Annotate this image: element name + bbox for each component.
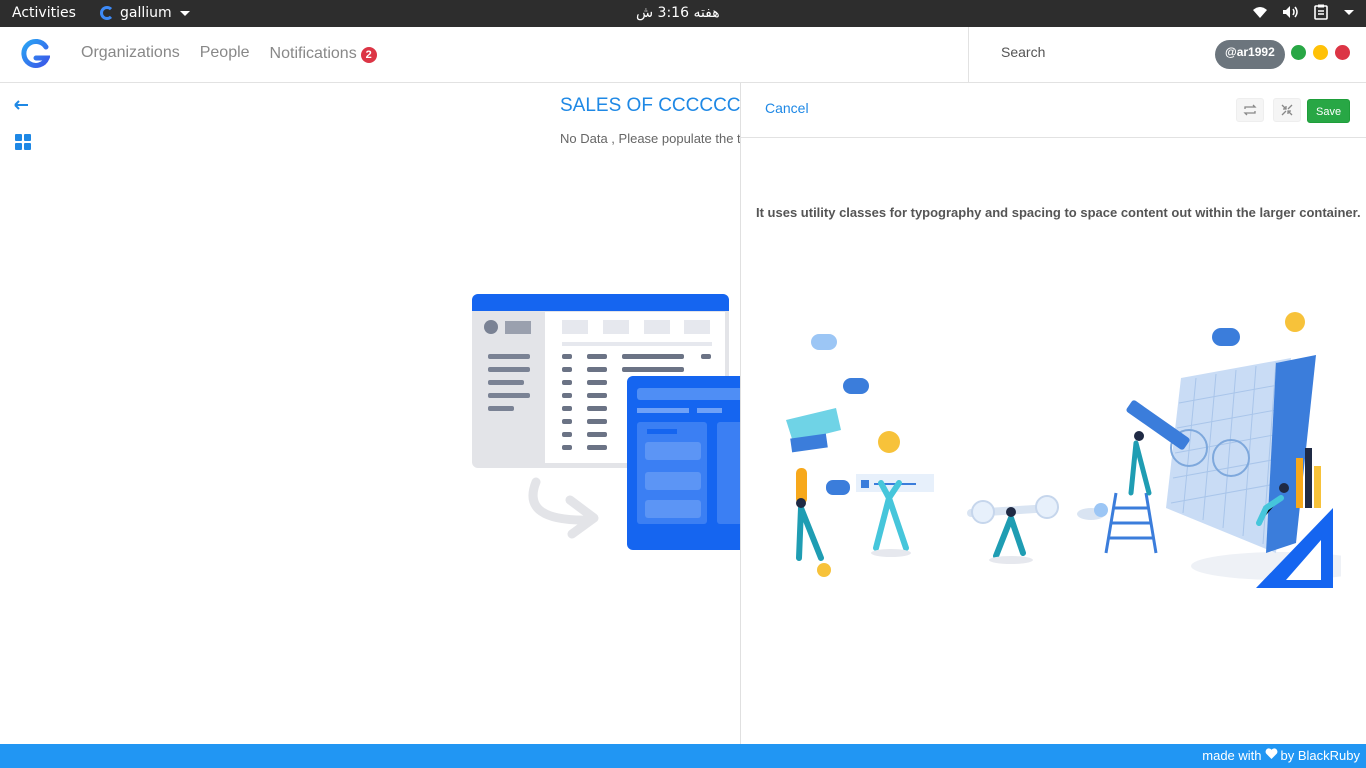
app-navbar: Organizations People Notifications 2 @ar…	[0, 27, 1366, 83]
shrink-icon[interactable]	[1273, 98, 1301, 122]
empty-table-illustration	[470, 292, 750, 558]
team-building-illustration	[771, 308, 1366, 592]
gallium-app-icon	[100, 6, 114, 20]
user-badge[interactable]: @ar1992	[1215, 40, 1285, 69]
notifications-badge: 2	[360, 47, 377, 63]
system-top-bar: Activities gallium هفته 3:16 ش	[0, 0, 1366, 27]
save-button[interactable]: Save	[1307, 99, 1351, 123]
volume-icon[interactable]	[1282, 5, 1300, 19]
system-tray[interactable]	[1252, 4, 1354, 20]
status-dot-green[interactable]	[1291, 45, 1306, 60]
edit-panel: Cancel Save It uses utility classes for …	[740, 83, 1366, 744]
footer-prefix: made with	[1202, 748, 1262, 763]
search-input[interactable]	[1001, 44, 1201, 60]
nav-notifications[interactable]: Notifications 2	[270, 44, 377, 63]
footer-suffix[interactable]: by BlackRuby	[1281, 748, 1360, 763]
heart-icon	[1265, 748, 1278, 763]
app-menu[interactable]: gallium	[100, 5, 190, 21]
system-menu-caret-icon[interactable]	[1344, 9, 1354, 15]
clock[interactable]: هفته 3:16 ش	[636, 5, 720, 21]
nav-organizations[interactable]: Organizations	[81, 44, 180, 63]
empty-state-message: No Data , Please populate the ta	[560, 131, 748, 146]
footer-bar: made with by BlackRuby	[0, 744, 1366, 768]
main-nav: Organizations People Notifications 2	[81, 44, 377, 63]
page-title: SALES OF CCCCCC	[560, 95, 741, 116]
footer-credit: made with by BlackRuby	[1202, 748, 1360, 763]
clipboard-icon[interactable]	[1314, 4, 1328, 20]
panel-lead-text: It uses utility classes for typography a…	[756, 205, 1361, 220]
status-dot-red[interactable]	[1335, 45, 1350, 60]
gallium-logo[interactable]	[20, 38, 51, 74]
panel-header: Cancel Save	[741, 83, 1366, 138]
activities-button[interactable]: Activities	[12, 5, 76, 21]
nav-people[interactable]: People	[200, 44, 250, 63]
app-menu-label: gallium	[120, 5, 172, 21]
search-area: @ar1992	[968, 27, 1366, 82]
chevron-down-icon	[179, 10, 190, 16]
repeat-icon[interactable]	[1236, 98, 1264, 122]
arrow-left-icon[interactable]	[14, 96, 30, 117]
nav-notifications-label: Notifications	[269, 44, 357, 62]
status-dot-yellow[interactable]	[1313, 45, 1328, 60]
grid-icon[interactable]	[15, 134, 31, 150]
wifi-icon[interactable]	[1252, 5, 1268, 19]
cancel-button[interactable]: Cancel	[765, 100, 809, 116]
